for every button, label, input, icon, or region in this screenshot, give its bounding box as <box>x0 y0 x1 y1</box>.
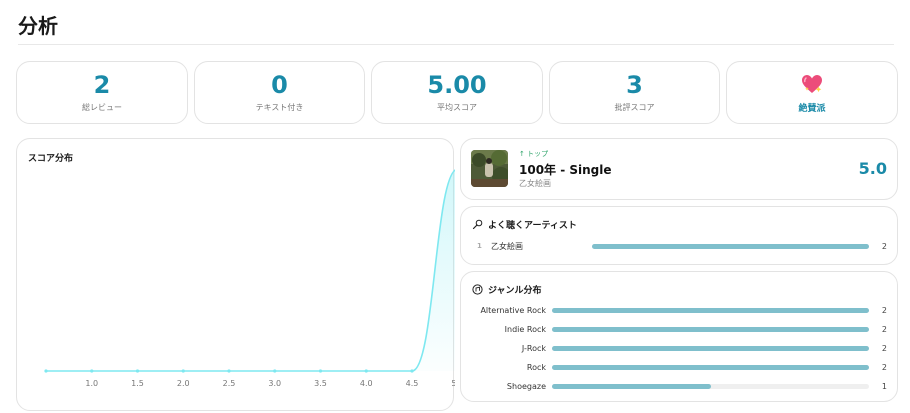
section-header: ジャンル分布 <box>472 283 542 296</box>
stat-card-critic-type: 絶賛派 <box>726 61 898 124</box>
top-album-artist: 乙女絵画 <box>519 179 551 188</box>
top-album-card[interactable]: ↑ トップ 100年 - Single 乙女絵画 5.0 <box>460 138 898 200</box>
stat-label: 平均スコア <box>437 103 477 112</box>
stat-card-total-reviews: 2 総レビュー <box>16 61 188 124</box>
artist-bar-fill <box>592 243 869 249</box>
x-tick-label: 3.5 <box>314 379 327 388</box>
x-tick-label: 5.0 <box>451 379 455 388</box>
score-distribution-chart: 1.0 1.5 2.0 2.5 3.0 3.5 4.0 4.5 5.0 <box>44 169 455 388</box>
x-tick-label: 1.0 <box>85 379 98 388</box>
score-area-fill <box>46 170 455 371</box>
genre-bar-track <box>552 307 869 313</box>
music-disc-icon <box>472 284 483 295</box>
artists-title: よく聴くアーティスト <box>488 221 577 231</box>
score-point[interactable] <box>364 369 368 373</box>
stat-value: 0 <box>271 71 288 99</box>
top-album-title: 100年 - Single <box>519 163 612 177</box>
genre-bar-fill <box>552 364 869 370</box>
section-header: よく聴くアーティスト <box>472 218 577 231</box>
x-tick-label: 2.0 <box>177 379 190 388</box>
genre-bar-fill <box>552 326 869 332</box>
genre-bar-track <box>552 383 869 389</box>
stat-label: テキスト付き <box>255 103 304 112</box>
genre-count: 2 <box>881 324 887 334</box>
genre-bar-track <box>552 345 869 351</box>
genre-name: Indie Rock <box>504 324 546 334</box>
artist-count: 2 <box>881 241 887 251</box>
stat-value: 5.00 <box>427 71 487 99</box>
page-title: 分析 <box>18 14 58 38</box>
score-point[interactable] <box>273 369 277 373</box>
stat-card-average-score: 5.00 平均スコア <box>371 61 543 124</box>
score-point[interactable] <box>135 369 140 373</box>
score-point[interactable] <box>410 369 414 373</box>
stat-label: 総レビュー <box>82 103 122 112</box>
score-point[interactable] <box>227 369 231 373</box>
score-point[interactable] <box>90 369 94 373</box>
x-tick-label: 4.0 <box>360 379 373 388</box>
sparkling-heart-icon <box>727 74 897 96</box>
score-point[interactable] <box>44 369 48 373</box>
genre-bar-fill <box>552 383 711 389</box>
genres-title: ジャンル分布 <box>488 286 542 296</box>
genre-bar-fill <box>552 345 869 351</box>
microphone-icon <box>472 219 483 230</box>
favorite-artists-card: よく聴くアーティスト 1 乙女絵画 2 <box>460 206 898 265</box>
top-badge: ↑ トップ <box>519 150 549 158</box>
genre-name: Alternative Rock <box>480 305 546 315</box>
arrow-up-icon: ↑ <box>519 150 525 158</box>
score-distribution-card: スコア分布 1.01.52.02.53.03.54.04.55.0 <box>16 138 455 411</box>
genre-name: Rock <box>526 362 546 372</box>
genre-row: Rock 2 <box>471 361 887 373</box>
artist-bar-track <box>592 243 869 249</box>
genre-bar-track <box>552 364 869 370</box>
genre-count: 1 <box>881 381 887 391</box>
top-album-score: 5.0 <box>858 159 887 178</box>
artist-row: 1 乙女絵画 2 <box>477 240 887 252</box>
artist-name: 乙女絵画 <box>491 241 523 251</box>
stat-card-critic-score: 3 批評スコア <box>549 61 720 124</box>
x-tick-label: 3.0 <box>268 379 281 388</box>
genre-bar-track <box>552 326 869 332</box>
genre-distribution-card: ジャンル分布 Alternative Rock 2 Indie Rock 2 J-Roc… <box>460 271 898 402</box>
stat-value: 2 <box>93 71 111 99</box>
score-series-line <box>45 169 455 372</box>
stat-label: 批評スコア <box>614 103 655 112</box>
album-cover <box>471 150 508 187</box>
genre-bar-fill <box>552 307 869 313</box>
genre-row: Shoegaze 1 <box>471 380 887 392</box>
rank-number: 1 <box>477 242 482 250</box>
genre-row: Alternative Rock 2 <box>471 304 887 316</box>
critic-type-label: 絶賛派 <box>798 104 826 114</box>
x-tick-label: 2.5 <box>223 379 236 388</box>
genre-count: 2 <box>881 305 887 315</box>
genre-count: 2 <box>881 343 887 353</box>
x-tick-label: 4.5 <box>406 379 419 388</box>
x-tick-label: 1.5 <box>131 379 144 388</box>
genre-name: J-Rock <box>521 343 546 353</box>
stat-value: 3 <box>626 71 643 99</box>
score-point[interactable] <box>181 369 185 373</box>
genre-row: J-Rock 2 <box>471 342 887 354</box>
stat-card-with-text: 0 テキスト付き <box>194 61 365 124</box>
genre-row: Indie Rock 2 <box>471 323 887 335</box>
genre-count: 2 <box>881 362 887 372</box>
genre-name: Shoegaze <box>506 381 546 391</box>
header-divider <box>18 44 894 45</box>
score-point[interactable] <box>318 369 323 373</box>
